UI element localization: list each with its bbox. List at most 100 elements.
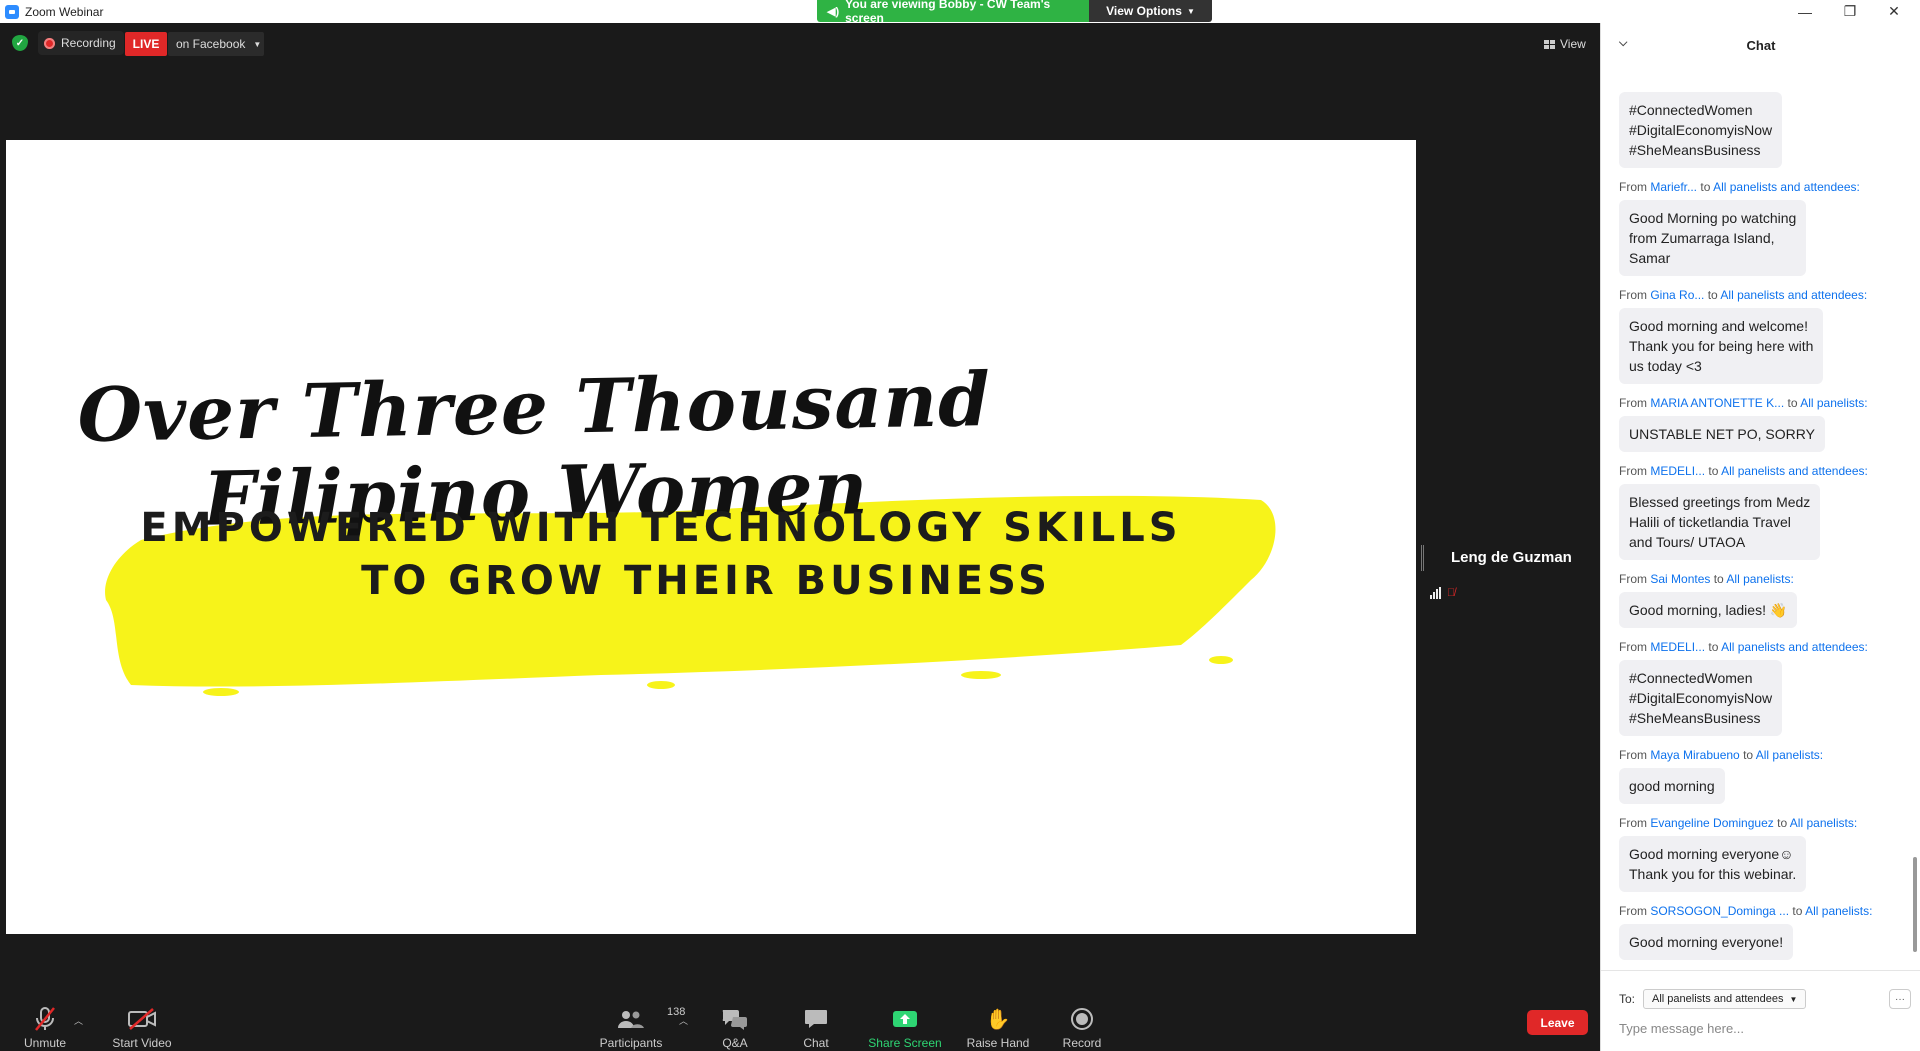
muted-microphone-icon [33, 1004, 57, 1034]
chat-scrollbar[interactable] [1913, 67, 1917, 967]
from-word: From [1619, 816, 1647, 830]
message-bubble[interactable]: #ConnectedWomen #DigitalEconomyisNow #Sh… [1619, 660, 1783, 736]
muted-mic-icon: 🎙̸ [1447, 587, 1456, 599]
message-bubble[interactable]: UNSTABLE NET PO, SORRY [1619, 416, 1825, 452]
message-bubble[interactable]: Good morning and welcome! Thank you for … [1619, 308, 1824, 384]
message-bubble[interactable]: Good morning everyone! [1619, 924, 1794, 960]
qa-icon [721, 1004, 749, 1034]
scrollbar-thumb[interactable] [1913, 857, 1917, 952]
live-target-label: on Facebook [176, 37, 246, 51]
to-word: to [1707, 288, 1718, 302]
share-screen-icon [892, 1004, 918, 1034]
share-screen-button[interactable]: Share Screen [868, 976, 942, 1051]
chevron-down-icon: ▼ [1789, 994, 1798, 1004]
message-recipient: All panelists and attendees: [1721, 464, 1868, 478]
from-word: From [1619, 180, 1647, 194]
participants-button[interactable]: 138 Participants [598, 976, 686, 1051]
sender-name[interactable]: Mariefr... [1650, 180, 1697, 194]
raise-hand-icon: ✋ [985, 1008, 1011, 1031]
chat-messages[interactable]: #ConnectedWomen #DigitalEconomyisNow #Sh… [1601, 67, 1920, 970]
message-bubble[interactable]: Blessed greetings from Medz Halili of ti… [1619, 484, 1821, 560]
message-recipient: All panelists and attendees: [1713, 180, 1860, 194]
message-header: From Sai Montes to All panelists: [1619, 572, 1909, 586]
close-icon[interactable]: ✕ [1874, 0, 1914, 23]
sender-name[interactable]: SORSOGON_Dominga ... [1650, 904, 1789, 918]
from-word: From [1619, 288, 1647, 302]
raise-hand-button[interactable]: ✋ Raise Hand [967, 976, 1030, 1051]
recipient-dropdown[interactable]: All panelists and attendees ▼ [1643, 989, 1807, 1009]
qa-button[interactable]: Q&A [715, 976, 755, 1051]
message-bubble[interactable]: Good morning, ladies! 👋 [1619, 592, 1798, 628]
view-button[interactable]: View [1538, 33, 1592, 55]
audio-options-caret-icon[interactable]: ︿ [74, 1014, 83, 1027]
view-options-label: View Options [1106, 4, 1182, 18]
view-options-button[interactable]: View Options ▼ [1089, 0, 1212, 22]
restore-icon[interactable]: ❐ [1830, 0, 1870, 23]
leave-button[interactable]: Leave [1527, 1010, 1588, 1035]
to-word: to [1787, 396, 1798, 410]
unmute-button[interactable]: Unmute [20, 976, 70, 1051]
sender-name[interactable]: Sai Montes [1650, 572, 1710, 586]
chat-label: Chat [803, 1036, 829, 1050]
chat-message: From MARIA ANTONETTE K... to All panelis… [1619, 396, 1909, 452]
message-header: From Evangeline Dominguez to All panelis… [1619, 816, 1909, 830]
chat-bubble-icon [804, 1004, 828, 1034]
from-word: From [1619, 464, 1647, 478]
participants-caret-icon[interactable]: ︿ [679, 1014, 688, 1027]
zoom-app-icon [5, 4, 19, 19]
shared-screen-slide: Over Three Thousand Filipino Women EMPOW… [6, 140, 1416, 934]
chat-button[interactable]: Chat [798, 976, 834, 1051]
chat-header: ⌵ Chat [1601, 23, 1920, 67]
message-bubble[interactable]: #ConnectedWomen #DigitalEconomyisNow #Sh… [1619, 92, 1783, 168]
live-stream-dropdown[interactable]: on Facebook ▼ [168, 32, 264, 56]
encryption-shield-icon[interactable]: ✓ [12, 35, 28, 51]
message-bubble[interactable]: Good morning everyone☺ Thank you for thi… [1619, 836, 1807, 892]
to-word: to [1743, 748, 1754, 762]
from-word: From [1619, 904, 1647, 918]
recording-label: Recording [61, 36, 116, 50]
start-video-button[interactable]: Start Video [106, 976, 178, 1051]
chat-message: #ConnectedWomen #DigitalEconomyisNow #Sh… [1619, 86, 1909, 168]
record-icon [1071, 1004, 1093, 1034]
meeting-topbar: ✓ Recording LIVE on Facebook ▼ View [0, 23, 1600, 63]
sender-name[interactable]: MARIA ANTONETTE K... [1650, 396, 1784, 410]
message-header: From Mariefr... to All panelists and att… [1619, 180, 1909, 194]
message-header: From SORSOGON_Dominga ... to All panelis… [1619, 904, 1909, 918]
sender-name[interactable]: Evangeline Dominguez [1650, 816, 1773, 830]
message-recipient: All panelists: [1800, 396, 1868, 410]
viewing-text: You are viewing Bobby - CW Team's screen [845, 0, 1051, 25]
start-video-label: Start Video [112, 1036, 172, 1050]
message-bubble[interactable]: Good Morning po watching from Zumarraga … [1619, 200, 1807, 276]
message-header: From MEDELI... to All panelists and atte… [1619, 640, 1909, 654]
collapse-chat-icon[interactable]: ⌵ [1619, 37, 1627, 50]
recording-indicator[interactable]: Recording [38, 31, 124, 55]
message-recipient: All panelists and attendees: [1720, 288, 1868, 302]
chat-message: From Maya Mirabueno to All panelists: goo… [1619, 748, 1909, 804]
message-recipient: All panelists: [1789, 816, 1858, 830]
sender-name[interactable]: MEDELI... [1650, 464, 1705, 478]
speaker-panel-handle[interactable] [1421, 545, 1424, 571]
chat-panel: ⌵ Chat #ConnectedWomen #DigitalEconomyis… [1600, 23, 1920, 1051]
sender-name[interactable]: MEDELI... [1650, 640, 1705, 654]
sender-name[interactable]: Gina Ro... [1650, 288, 1704, 302]
to-label: To: [1619, 992, 1636, 1006]
recipient-value: All panelists and attendees [1652, 993, 1784, 1005]
participants-label: Participants [599, 1036, 663, 1050]
message-list: #ConnectedWomen #DigitalEconomyisNow #Sh… [1619, 74, 1909, 960]
record-button[interactable]: Record [1061, 976, 1103, 1051]
chat-message: From Evangeline Dominguez to All panelis… [1619, 816, 1909, 892]
video-off-icon [127, 1004, 157, 1034]
minimize-icon[interactable]: — [1785, 0, 1825, 23]
to-word: to [1708, 464, 1719, 478]
message-header: From MEDELI... to All panelists and atte… [1619, 464, 1909, 478]
chat-message: From Mariefr... to All panelists and att… [1619, 180, 1909, 276]
sender-name[interactable]: Maya Mirabueno [1650, 748, 1739, 762]
from-word: From [1619, 572, 1647, 586]
more-options-button[interactable]: ··· [1889, 989, 1911, 1009]
message-input[interactable] [1619, 1017, 1899, 1039]
record-label: Record [1062, 1036, 1102, 1050]
active-speaker-name: Leng de Guzman [1451, 549, 1572, 566]
message-bubble[interactable]: good morning [1619, 768, 1725, 804]
to-word: to [1713, 572, 1724, 586]
chat-title: Chat [1746, 37, 1776, 53]
